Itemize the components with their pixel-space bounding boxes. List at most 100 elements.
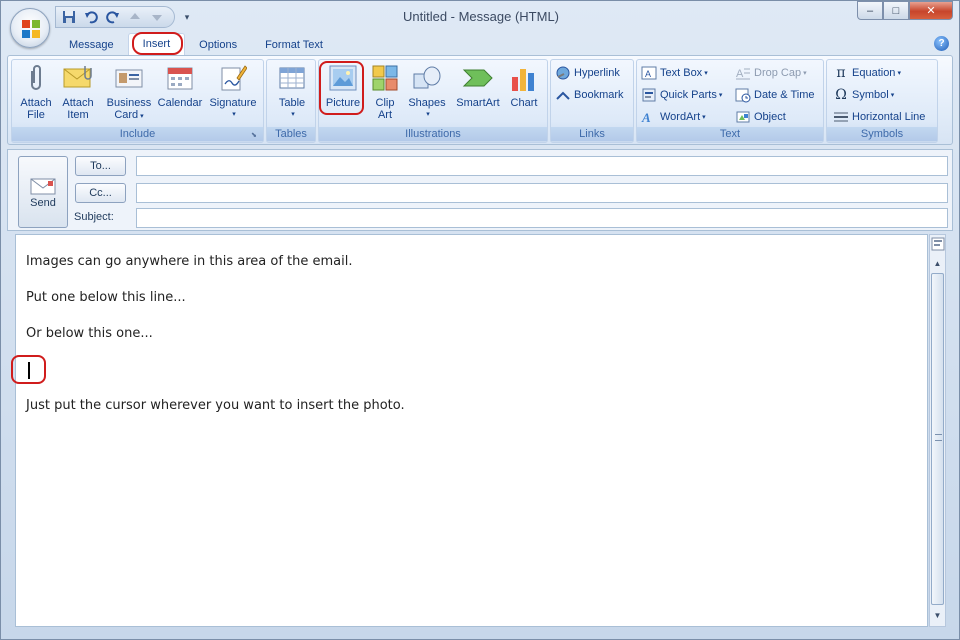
paperclip-icon	[20, 62, 52, 94]
svg-text:A: A	[641, 110, 651, 125]
help-icon[interactable]: ?	[934, 36, 949, 51]
horizontal-line-label: Horizontal Line	[852, 111, 926, 123]
smartart-button[interactable]: SmartArt	[453, 62, 503, 126]
ribbon-tabs: Message Insert Options Format Text	[55, 33, 337, 55]
date-time-icon	[735, 87, 751, 103]
tab-message[interactable]: Message	[55, 35, 128, 55]
shapes-dropdown-icon[interactable]: ▾	[426, 109, 430, 121]
body-line-4: Just put the cursor wherever you want to…	[26, 398, 405, 413]
drop-cap-icon: A	[735, 65, 751, 81]
scroll-up-icon[interactable]: ▲	[930, 257, 945, 271]
shapes-label: Shapes	[408, 97, 446, 109]
bookmark-icon	[555, 87, 571, 103]
symbol-label: Symbol	[852, 89, 889, 101]
wordart-label: WordArt	[660, 111, 701, 123]
minimize-button[interactable]: –	[857, 1, 883, 20]
shapes-button[interactable]: Shapes ▾	[405, 62, 449, 126]
maximize-button[interactable]: □	[883, 1, 909, 20]
message-body[interactable]: Images can go anywhere in this area of t…	[15, 234, 928, 627]
scroll-down-icon[interactable]: ▼	[930, 609, 945, 623]
group-label-include: Include	[12, 127, 263, 141]
equation-label: Equation	[852, 67, 896, 79]
window-title: Untitled - Message (HTML)	[402, 9, 560, 24]
shapes-icon	[411, 62, 443, 94]
object-label: Object	[754, 111, 786, 123]
quick-parts-label: Quick Parts	[660, 89, 717, 101]
send-button[interactable]: Send	[18, 156, 68, 228]
tab-format-text[interactable]: Format Text	[251, 35, 337, 55]
group-illustrations: Picture Clip Art Shapes ▾ SmartArt Chart…	[318, 59, 548, 143]
title-bar: ▾ Untitled - Message (HTML) – □ ✕	[1, 1, 959, 48]
text-box-button[interactable]: A Text Box ▾	[641, 63, 708, 83]
horizontal-line-button[interactable]: Horizontal Line	[833, 107, 925, 127]
svg-text:A: A	[645, 69, 651, 79]
attach-file-button[interactable]: Attach File	[16, 62, 56, 126]
clip-art-icon	[369, 62, 401, 94]
business-card-dropdown-icon[interactable]: ▾	[140, 113, 144, 120]
dialog-launcher-icon[interactable]: ⬊	[251, 131, 260, 140]
scrollbar-thumb[interactable]	[931, 273, 944, 605]
table-button[interactable]: Table ▾	[272, 62, 312, 126]
to-field[interactable]	[136, 156, 948, 176]
picture-icon	[327, 62, 359, 94]
attach-item-button[interactable]: Attach Item	[58, 62, 98, 126]
quick-parts-button[interactable]: Quick Parts ▾	[641, 85, 722, 105]
close-button[interactable]: ✕	[909, 1, 953, 20]
drop-cap-dropdown-icon[interactable]: ▾	[803, 69, 807, 77]
bookmark-button[interactable]: Bookmark	[555, 85, 624, 105]
tab-insert[interactable]: Insert	[127, 33, 186, 55]
symbol-button[interactable]: Ω Symbol ▾	[833, 85, 894, 105]
window-controls: – □ ✕	[857, 1, 953, 20]
cc-field[interactable]	[136, 183, 948, 203]
date-time-button[interactable]: Date & Time	[735, 85, 815, 105]
business-card-button[interactable]: Business Card ▾	[104, 62, 154, 126]
table-icon	[276, 62, 308, 94]
hyperlink-button[interactable]: Hyperlink	[555, 63, 620, 83]
clip-art-button[interactable]: Clip Art	[369, 62, 401, 126]
table-dropdown-icon[interactable]: ▾	[291, 109, 295, 121]
text-cursor	[28, 362, 30, 379]
smartart-label: SmartArt	[456, 97, 500, 109]
to-button[interactable]: To...	[75, 156, 126, 176]
envelope-icon	[62, 62, 94, 94]
office-button[interactable]	[10, 8, 50, 48]
signature-icon	[217, 62, 249, 94]
group-label-illustrations: Illustrations	[319, 127, 547, 141]
clip-art-label: Clip	[375, 97, 395, 109]
calendar-icon	[164, 62, 196, 94]
scroll-grip-icon	[935, 434, 942, 441]
group-label-links: Links	[551, 127, 633, 141]
group-tables: Table ▾ Tables	[266, 59, 316, 143]
clip-art-label-2: Art	[377, 109, 393, 121]
group-symbols: π Equation ▾ Ω Symbol ▾ Horizontal Line …	[826, 59, 938, 143]
attach-file-label-2: File	[27, 109, 45, 121]
subject-label: Subject:	[74, 211, 114, 223]
symbol-icon: Ω	[835, 87, 847, 103]
object-button[interactable]: Object	[735, 107, 786, 127]
send-envelope-icon	[30, 178, 56, 195]
cc-button[interactable]: Cc...	[75, 183, 126, 203]
wordart-button[interactable]: A WordArt ▾	[641, 107, 706, 127]
equation-dropdown-icon[interactable]: ▾	[897, 69, 901, 77]
chart-button[interactable]: Chart	[505, 62, 543, 126]
body-line-3: Or below this one...	[26, 326, 153, 341]
view-ruler-icon[interactable]	[931, 237, 945, 251]
calendar-button[interactable]: Calendar	[156, 62, 204, 126]
business-card-label: Business	[106, 97, 152, 109]
subject-field[interactable]	[136, 208, 948, 228]
group-label-tables: Tables	[267, 127, 315, 141]
equation-button[interactable]: π Equation ▾	[833, 63, 901, 83]
group-text: A Text Box ▾ Quick Parts ▾ A WordArt ▾ A…	[636, 59, 824, 143]
tab-options[interactable]: Options	[185, 35, 251, 55]
picture-button[interactable]: Picture	[323, 62, 363, 126]
equation-icon: π	[836, 65, 846, 81]
signature-dropdown-icon[interactable]: ▾	[232, 109, 236, 121]
symbol-dropdown-icon[interactable]: ▾	[891, 91, 895, 99]
quick-parts-dropdown-icon[interactable]: ▾	[719, 91, 723, 99]
text-box-dropdown-icon[interactable]: ▾	[704, 69, 708, 77]
wordart-dropdown-icon[interactable]: ▾	[702, 113, 706, 121]
vertical-scrollbar[interactable]: ▲ ▼	[929, 234, 946, 627]
signature-button[interactable]: Signature ▾	[206, 62, 260, 126]
group-include: Attach File Attach Item Business Card▾	[11, 59, 264, 143]
drop-cap-button[interactable]: A Drop Cap ▾	[735, 63, 807, 83]
